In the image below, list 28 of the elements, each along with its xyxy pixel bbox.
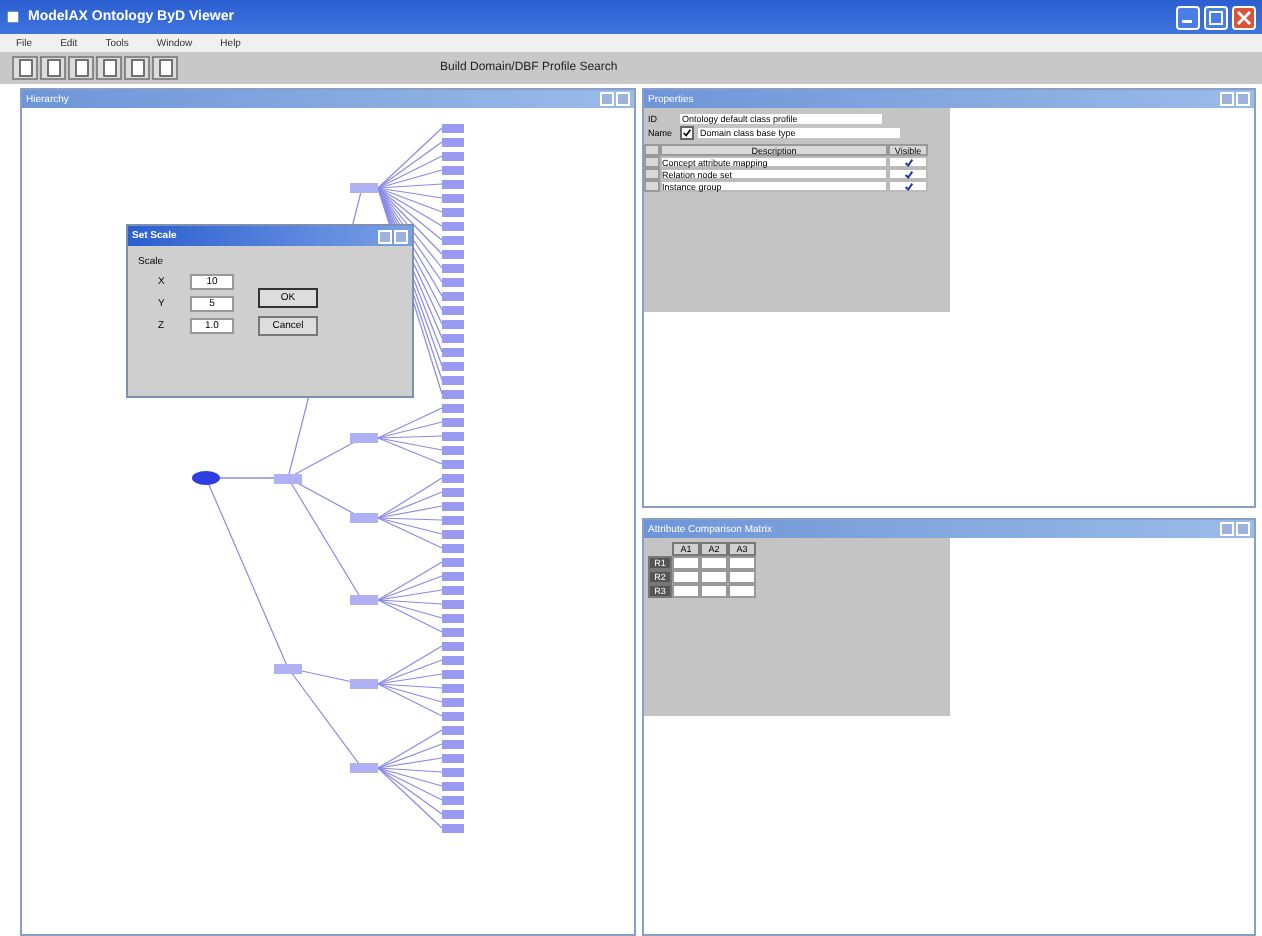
table-cell[interactable] [672,570,700,584]
table-cell[interactable] [728,556,756,570]
check-icon [682,128,692,138]
toolbar-button[interactable] [40,56,66,80]
checkbox[interactable] [903,170,913,178]
checkbox[interactable] [680,126,694,140]
toolbar-button[interactable] [68,56,94,80]
table-cell[interactable] [728,570,756,584]
help-button[interactable] [378,229,392,243]
table-cell[interactable] [672,584,700,598]
table-cell[interactable] [672,556,700,570]
close-button[interactable] [394,229,408,243]
maximize-button[interactable] [1204,5,1228,29]
app-icon [6,10,20,24]
minimize-button[interactable] [1176,5,1200,29]
table-cell[interactable] [700,556,728,570]
toolbar-button[interactable] [96,56,122,80]
checkbox[interactable] [903,158,913,166]
table-cell[interactable] [700,570,728,584]
close-button[interactable] [1232,5,1256,29]
maximize-icon [1208,9,1224,25]
table-cell[interactable] [728,584,756,598]
checkbox[interactable] [903,182,913,190]
toolbar-button[interactable] [124,56,150,80]
toolbar-button[interactable] [12,56,38,80]
table-cell[interactable] [700,584,728,598]
toolbar-button[interactable] [152,56,178,80]
close-icon [1236,9,1252,25]
